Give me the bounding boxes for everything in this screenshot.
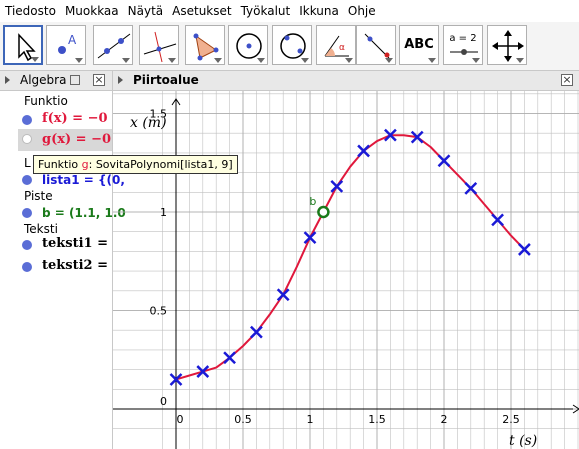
move-tool-button[interactable]	[3, 25, 43, 65]
visibility-toggle-g[interactable]	[22, 134, 32, 144]
algebra-item-f[interactable]: f(x) = −0	[42, 111, 108, 127]
collapse-icon[interactable]	[5, 76, 10, 84]
close-icon[interactable]: ×	[93, 74, 105, 86]
group-teksti[interactable]: Teksti	[24, 221, 58, 237]
line-tool-button[interactable]	[93, 25, 133, 65]
y-axis-label: x (m)	[130, 115, 167, 131]
menu-nayta[interactable]: Näytä	[123, 0, 168, 22]
x-axis-label: t (s)	[509, 433, 537, 449]
visibility-toggle-teksti2[interactable]	[22, 262, 32, 272]
svg-text:α: α	[339, 43, 345, 53]
x-tick-label: 0	[177, 413, 184, 426]
y-tick-label: 1	[160, 206, 167, 219]
y-tick-label: 0	[160, 395, 167, 408]
close-icon[interactable]: ×	[561, 74, 573, 86]
menu-tyokalut[interactable]: Työkalut	[236, 0, 295, 22]
visibility-toggle-lista1[interactable]	[22, 175, 32, 185]
x-tick-label: 0.5	[234, 413, 252, 426]
x-tick-label: 2.5	[502, 413, 520, 426]
conic-tool-button[interactable]	[272, 25, 312, 65]
group-piste[interactable]: Piste	[24, 188, 53, 204]
point-b	[317, 205, 330, 219]
angle-tool-button[interactable]: α	[316, 25, 356, 65]
x-tick-label: 2	[441, 413, 448, 426]
visibility-toggle-f[interactable]	[22, 115, 32, 125]
menu-bar: Tiedosto Muokkaa Näytä Asetukset Työkalu…	[0, 0, 579, 22]
tooltip-prefix: Funktio	[38, 158, 82, 171]
polygon-tool-button[interactable]	[185, 25, 225, 65]
menu-ikkuna[interactable]: Ikkuna	[294, 0, 343, 22]
text-tool-button[interactable]: ABC	[399, 25, 439, 65]
menu-asetukset[interactable]: Asetukset	[167, 0, 235, 22]
collapse-icon[interactable]	[118, 76, 123, 84]
point-tool-button[interactable]: A	[46, 25, 86, 65]
menu-ohje[interactable]: Ohje	[343, 0, 380, 22]
svg-text:A: A	[68, 33, 77, 47]
move-view-tool-button[interactable]	[487, 25, 527, 65]
reflect-tool-button[interactable]	[356, 25, 396, 65]
plot-canvas[interactable]: 0 0.5 1 1.5 2 2.500.511.5x (m)t (s)b	[113, 91, 579, 449]
algebra-item-teksti1[interactable]: teksti1 =	[42, 236, 108, 252]
tooltip-command: : SovitaPolynomi[lista1, 9]	[88, 158, 233, 171]
y-tick-label: 0.5	[150, 305, 168, 318]
graphics-header: Piirtoalue ×	[113, 71, 579, 91]
toolbar: A α ABC a = 2	[0, 22, 579, 71]
x-tick-label: 1.5	[368, 413, 386, 426]
x-tick-label: 1	[307, 413, 314, 426]
menu-muokkaa[interactable]: Muokkaa	[60, 0, 123, 22]
group-lista[interactable]: L	[24, 155, 31, 171]
graphics-title: Piirtoalue	[133, 73, 199, 87]
algebra-header: Algebra ×	[0, 71, 112, 91]
graphics-view[interactable]: 0 0.5 1 1.5 2 2.5 0 0.5 1 1.5 x (m) t (s) b	[113, 91, 579, 449]
perpendicular-tool-button[interactable]	[139, 25, 179, 65]
algebra-view: Algebra × Funktio f(x) = −0 g(x) = −0 L …	[0, 71, 126, 449]
arrow-cursor-icon	[18, 33, 36, 62]
algebra-item-teksti2[interactable]: teksti2 =	[42, 258, 108, 274]
menu-tiedosto[interactable]: Tiedosto	[0, 0, 60, 22]
group-funktio[interactable]: Funktio	[24, 93, 68, 109]
tooltip: Funktio g: SovitaPolynomi[lista1, 9]	[33, 155, 238, 174]
visibility-toggle-b[interactable]	[22, 208, 32, 218]
slider-tool-button[interactable]: a = 2	[443, 25, 483, 65]
visibility-toggle-teksti1[interactable]	[22, 240, 32, 250]
undock-icon[interactable]	[70, 75, 80, 85]
algebra-item-g[interactable]: g(x) = −0	[42, 132, 111, 148]
tooltip-object-name: g	[81, 158, 89, 171]
point-b-label: b	[309, 195, 316, 208]
circle-tool-button[interactable]	[228, 25, 268, 65]
algebra-title: Algebra	[20, 73, 67, 87]
